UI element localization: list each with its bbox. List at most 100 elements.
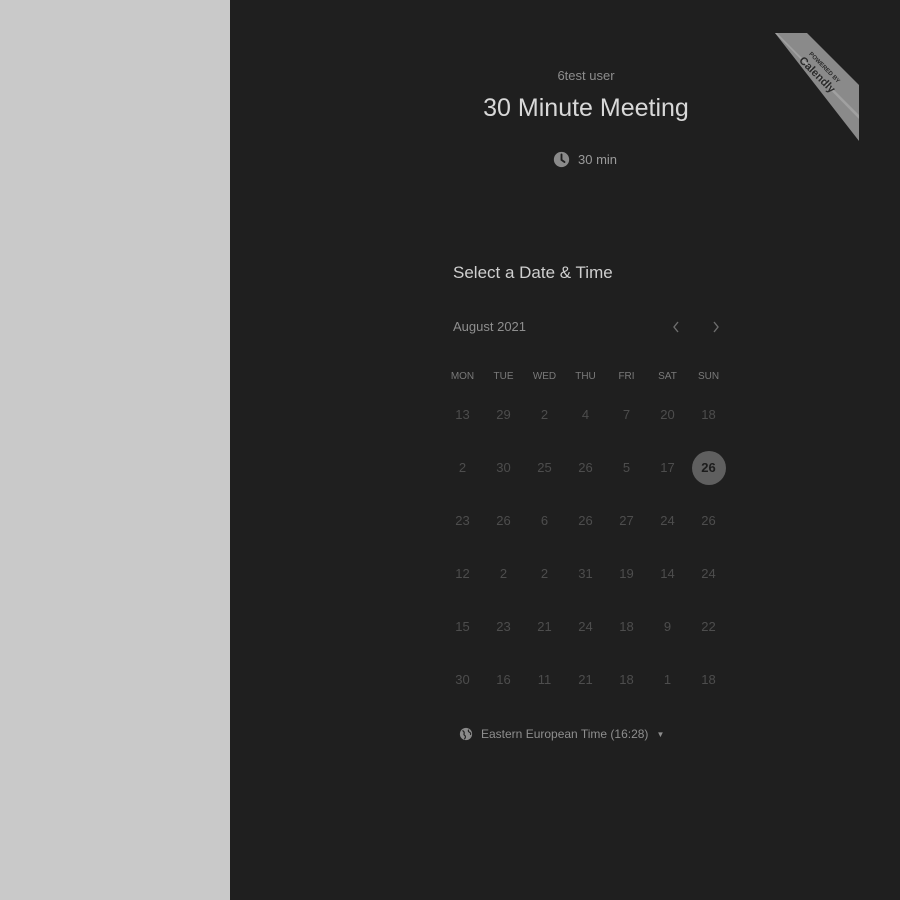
day-label: 2 <box>458 460 467 475</box>
duration-label: 30 min <box>578 151 618 167</box>
chevron-left-icon <box>673 321 679 333</box>
calendar-day: 23 <box>483 600 524 653</box>
calendar-day: 23 <box>442 494 483 547</box>
calendar-day: 15 <box>442 600 483 653</box>
day-label: 30 <box>496 460 511 475</box>
day-label: 15 <box>455 619 470 634</box>
day-label: 19 <box>619 566 634 581</box>
calendar-day: 31 <box>565 547 606 600</box>
calendar-day: 26 <box>565 441 606 494</box>
weekday-label: TUE <box>493 371 514 382</box>
powered-by-calendly-badge[interactable]: POWERED BY Calendly <box>775 33 859 141</box>
selected-day-label: 26 <box>691 450 726 485</box>
calendar-day: 16 <box>483 653 524 706</box>
day-label: 18 <box>701 407 716 422</box>
day-label: 24 <box>660 513 675 528</box>
day-label: 17 <box>660 460 675 475</box>
calendar-day: 4 <box>565 388 606 441</box>
day-label: 30 <box>455 672 470 687</box>
calendar-day: 13 <box>442 388 483 441</box>
event-duration: 30 min <box>553 149 617 169</box>
weekday-label: MON <box>450 371 475 382</box>
weekday-label: FRI <box>618 371 635 382</box>
calendar-day: 11 <box>524 653 565 706</box>
day-label: 24 <box>578 619 593 634</box>
weekday-label: WED <box>532 371 557 382</box>
day-label: 9 <box>663 619 672 634</box>
next-month-button[interactable] <box>705 316 727 338</box>
calendar-day: 21 <box>524 600 565 653</box>
calendar-day: 18 <box>688 388 729 441</box>
calendar-day: 14 <box>647 547 688 600</box>
calendar-day: 22 <box>688 600 729 653</box>
calendar-week-row: 30 16 11 21 18 1 18 <box>442 653 732 706</box>
day-label: 31 <box>578 566 593 581</box>
day-label: 4 <box>581 407 590 422</box>
calendar-day: 6 <box>524 494 565 547</box>
day-label: 21 <box>578 672 593 687</box>
day-label: 26 <box>496 513 511 528</box>
day-label: 23 <box>496 619 511 634</box>
day-label: 2 <box>540 566 549 581</box>
calendar-week-row: 13 29 2 4 7 20 18 <box>442 388 732 441</box>
calendar-day: 7 <box>606 388 647 441</box>
weekday-label: SUN <box>697 371 720 382</box>
caret-down-icon: ▼ <box>656 729 665 739</box>
day-label: 11 <box>537 672 552 687</box>
day-label: 26 <box>578 513 593 528</box>
day-label: 6 <box>540 513 549 528</box>
day-label: 5 <box>622 460 631 475</box>
weekday-header: MON TUE WED THU FRI SAT SUN <box>442 371 732 382</box>
calendar-day: 26 <box>565 494 606 547</box>
day-label: 2 <box>540 407 549 422</box>
host-name: 6test user <box>557 68 615 83</box>
calendar-day: 24 <box>565 600 606 653</box>
calendar-day: 26 <box>483 494 524 547</box>
calendar-day: 2 <box>524 547 565 600</box>
calendar-week-row: 23 26 6 26 27 24 26 <box>442 494 732 547</box>
calendar-day: 17 <box>647 441 688 494</box>
calendar-week-row: 15 23 21 24 18 9 22 <box>442 600 732 653</box>
day-label: 2 <box>499 566 508 581</box>
timezone-label: Eastern European Time (16:28) <box>481 727 649 741</box>
weekday-label: SAT <box>658 371 677 382</box>
calendar-day: 25 <box>524 441 565 494</box>
event-title: 30 Minute Meeting <box>483 94 689 122</box>
section-title: Select a Date & Time <box>453 263 613 282</box>
day-label: 13 <box>455 407 470 422</box>
calendar-day[interactable]: 26 <box>688 441 729 494</box>
day-label: 18 <box>701 672 716 687</box>
calendar-day: 1 <box>647 653 688 706</box>
day-label: 7 <box>622 407 631 422</box>
calendar-day: 21 <box>565 653 606 706</box>
weekday-label: THU <box>575 371 596 382</box>
clock-icon <box>553 151 570 167</box>
day-label: 16 <box>496 672 511 687</box>
day-label: 12 <box>455 566 470 581</box>
calendar-day: 18 <box>606 600 647 653</box>
day-label: 23 <box>455 513 470 528</box>
chevron-right-icon <box>713 321 719 333</box>
timezone-selector[interactable]: Eastern European Time (16:28) ▼ <box>459 727 664 741</box>
calendar-day: 24 <box>688 547 729 600</box>
day-label: 21 <box>537 619 552 634</box>
left-panel <box>0 0 230 900</box>
calendar-day: 20 <box>647 388 688 441</box>
calendar-day: 5 <box>606 441 647 494</box>
calendar-day: 18 <box>606 653 647 706</box>
globe-icon <box>459 727 473 741</box>
calendar-day: 2 <box>483 547 524 600</box>
calendar-day: 26 <box>688 494 729 547</box>
calendar-day: 2 <box>524 388 565 441</box>
calendar-week-row: 2 30 25 26 5 17 26 <box>442 441 732 494</box>
calendar-day: 30 <box>442 653 483 706</box>
calendar-day: 18 <box>688 653 729 706</box>
day-label: 18 <box>619 672 634 687</box>
day-label: 18 <box>619 619 634 634</box>
calendar-day: 19 <box>606 547 647 600</box>
calendar-week-row: 12 2 2 31 19 14 24 <box>442 547 732 600</box>
day-label: 14 <box>660 566 675 581</box>
calendar-day: 30 <box>483 441 524 494</box>
day-label: 1 <box>663 672 672 687</box>
prev-month-button[interactable] <box>665 316 687 338</box>
